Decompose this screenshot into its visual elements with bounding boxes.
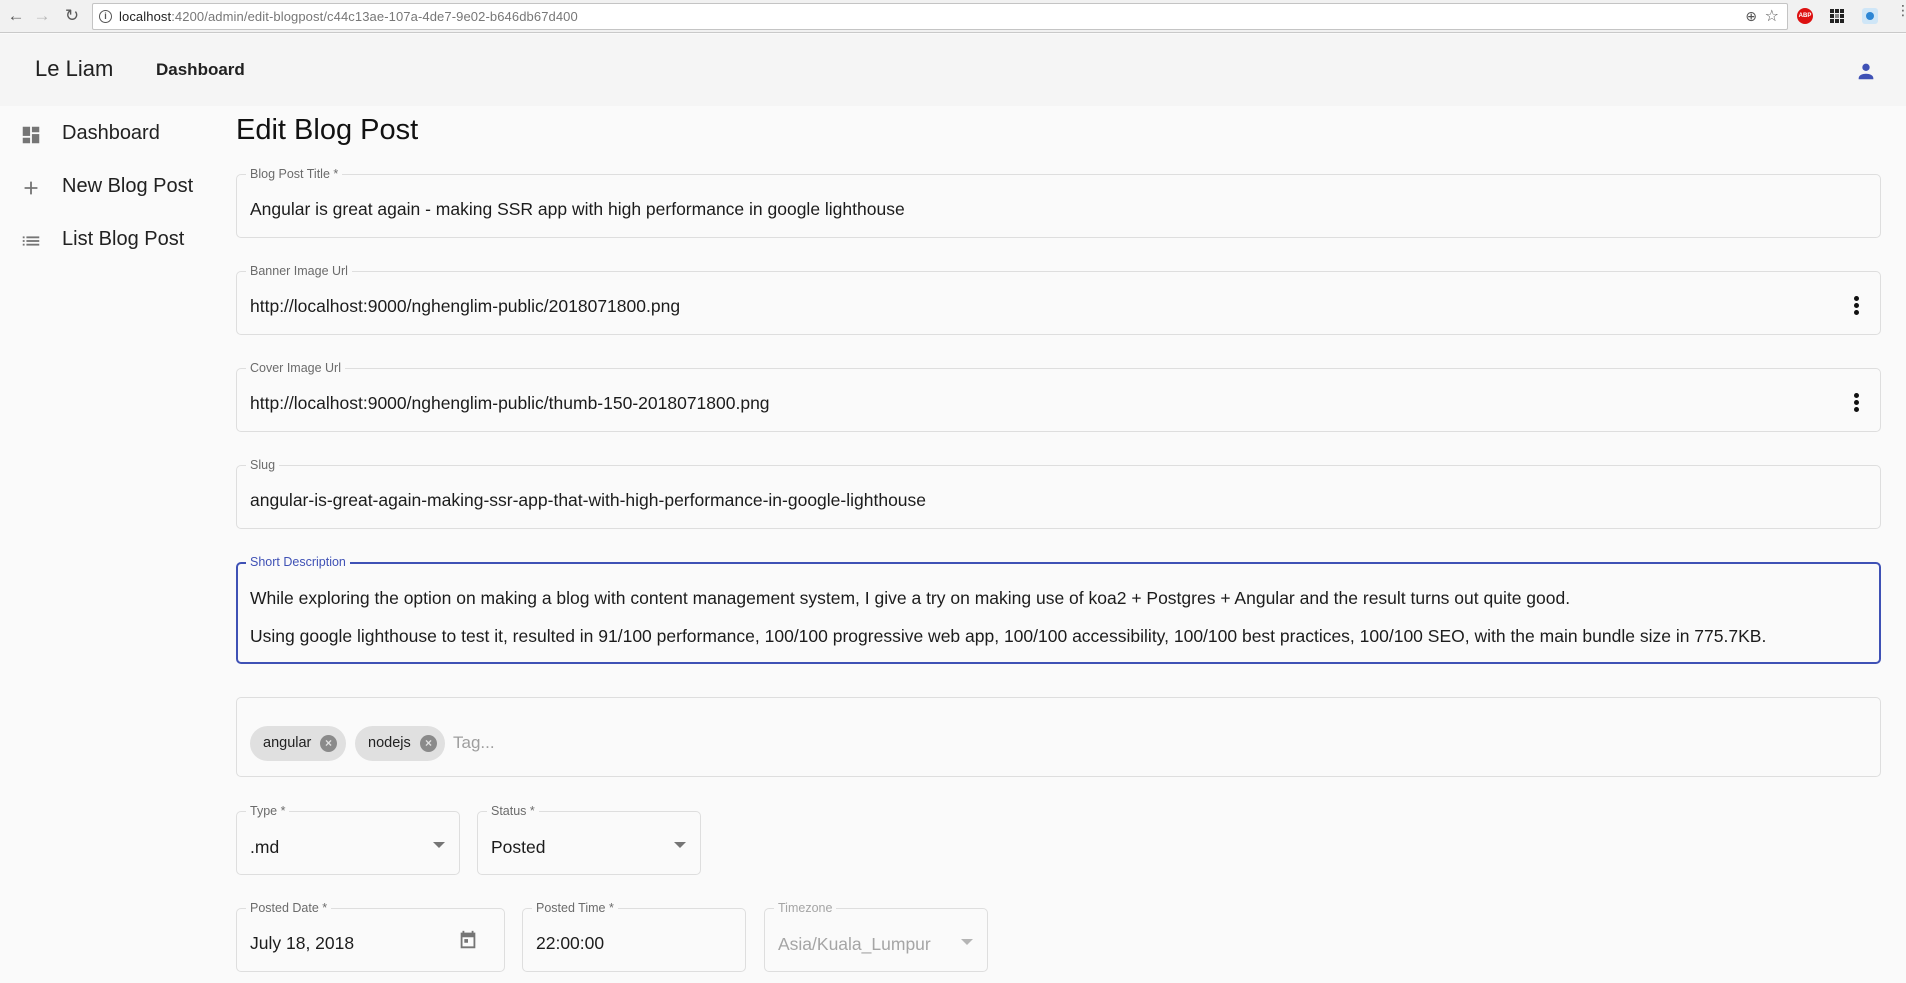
status-select[interactable]: Status * Posted [477, 804, 701, 875]
slug-input[interactable]: angular-is-great-again-making-ssr-app-th… [250, 490, 926, 511]
toolbar-dashboard-link[interactable]: Dashboard [156, 60, 245, 80]
url-text[interactable]: localhost:4200/admin/edit-blogpost/c44c1… [119, 9, 578, 24]
field-label: Banner Image Url [246, 264, 352, 278]
more-vert-icon[interactable] [1854, 393, 1860, 413]
type-select[interactable]: Type * .md [236, 804, 460, 875]
posted-date-input[interactable]: July 18, 2018 [250, 933, 354, 954]
app-toolbar: Le Liam Dashboard [0, 34, 1906, 106]
zoom-icon[interactable]: ⊕ [1745, 8, 1757, 25]
sidebar-item-list-blog-post[interactable]: List Blog Post [0, 216, 222, 264]
sidebar-item-dashboard[interactable]: Dashboard [0, 110, 222, 158]
sidebar-item-label: Dashboard [62, 122, 160, 144]
plus-icon [24, 181, 38, 195]
sidebar: Dashboard New Blog Post List Blog Post [0, 106, 222, 983]
reload-icon[interactable]: ↻ [62, 6, 82, 26]
tag-chip[interactable]: nodejs × [355, 726, 445, 761]
calendar-icon[interactable] [457, 929, 479, 951]
cover-image-url-input[interactable]: http://localhost:9000/nghenglim-public/t… [250, 393, 770, 414]
address-bar[interactable]: i localhost:4200/admin/edit-blogpost/c44… [92, 3, 1788, 30]
posted-date-field[interactable]: Posted Date * July 18, 2018 [236, 901, 505, 972]
sidebar-item-label: List Blog Post [62, 228, 185, 250]
brand-title[interactable]: Le Liam [35, 56, 113, 82]
slug-field[interactable]: Slug angular-is-great-again-making-ssr-a… [236, 458, 1881, 529]
posted-time-input[interactable]: 22:00:00 [536, 933, 604, 954]
field-label: Slug [246, 458, 280, 472]
field-label: Status * [487, 804, 539, 818]
list-icon [22, 236, 40, 246]
adblock-plus-icon[interactable]: ABP [1797, 8, 1813, 24]
timezone-select: Timezone Asia/Kuala_Lumpur [764, 901, 988, 972]
info-icon[interactable]: i [99, 10, 112, 23]
short-description-field[interactable]: Short Description While exploring the op… [236, 555, 1881, 664]
chrome-menu-icon[interactable]: ⋮ [1896, 3, 1906, 17]
sidebar-item-label: New Blog Post [62, 175, 194, 197]
dashboard-icon [22, 126, 40, 144]
timezone-select-value: Asia/Kuala_Lumpur [778, 934, 931, 954]
type-select-value[interactable]: .md [250, 837, 279, 858]
account-icon[interactable] [1855, 60, 1877, 82]
tag-input[interactable] [453, 733, 853, 753]
page-title: Edit Blog Post [236, 114, 419, 146]
cover-image-url-field[interactable]: Cover Image Url http://localhost:9000/ng… [236, 361, 1881, 432]
browser-toolbar: ← → ↻ i localhost:4200/admin/edit-blogpo… [0, 0, 1906, 33]
tags-field[interactable]: angular × nodejs × [236, 697, 1881, 777]
dropdown-arrow-icon[interactable] [674, 842, 686, 848]
dropdown-arrow-icon[interactable] [433, 842, 445, 848]
short-description-line[interactable]: While exploring the option on making a b… [250, 588, 1570, 609]
field-label: Type * [246, 804, 290, 818]
url-host: localhost [119, 9, 172, 24]
extension-icon[interactable] [1862, 8, 1878, 24]
cancel-icon[interactable]: × [320, 735, 337, 752]
back-arrow-icon[interactable]: ← [6, 6, 26, 26]
banner-image-url-input[interactable]: http://localhost:9000/nghenglim-public/2… [250, 296, 680, 317]
sidebar-item-new-blog-post[interactable]: New Blog Post [0, 163, 222, 211]
posted-time-field[interactable]: Posted Time * 22:00:00 [522, 901, 746, 972]
field-label: Cover Image Url [246, 361, 345, 375]
url-path: :4200/admin/edit-blogpost/c44c13ae-107a-… [171, 9, 578, 24]
bookmark-star-icon[interactable]: ☆ [1765, 6, 1779, 26]
tag-chip[interactable]: angular × [250, 726, 346, 761]
field-label: Blog Post Title * [246, 167, 343, 181]
banner-image-url-field[interactable]: Banner Image Url http://localhost:9000/n… [236, 264, 1881, 335]
status-select-value[interactable]: Posted [491, 837, 545, 858]
blog-post-title-field[interactable]: Blog Post Title * Angular is great again… [236, 167, 1881, 238]
field-label: Posted Date * [246, 901, 332, 915]
field-label: Short Description [246, 555, 350, 569]
dropdown-arrow-icon [961, 939, 973, 945]
forward-arrow-icon[interactable]: → [32, 6, 52, 26]
cancel-icon[interactable]: × [420, 735, 437, 752]
apps-grid-icon[interactable] [1830, 9, 1844, 23]
field-label: Timezone [774, 901, 837, 915]
short-description-line[interactable]: Using google lighthouse to test it, resu… [250, 626, 1766, 647]
tag-chip-label: nodejs [368, 735, 411, 751]
more-vert-icon[interactable] [1854, 296, 1860, 316]
blog-post-title-input[interactable]: Angular is great again - making SSR app … [250, 199, 905, 220]
field-label: Posted Time * [532, 901, 618, 915]
tag-chip-label: angular [263, 735, 312, 751]
